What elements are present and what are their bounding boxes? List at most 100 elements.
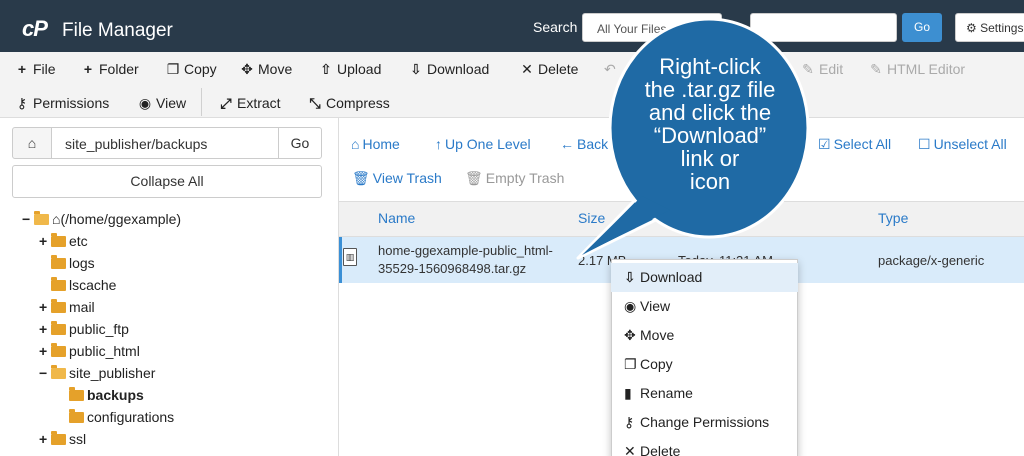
home-icon[interactable]: ⌂	[12, 127, 52, 159]
file-name-line2[interactable]: 35529-1560968498.tar.gz	[378, 261, 526, 276]
permissions-button[interactable]: ⚷ Permissions	[14, 95, 109, 112]
context-menu-view[interactable]: ◉ View	[611, 292, 798, 321]
expand-icon: ⤢	[220, 95, 232, 111]
delete-button[interactable]: ✕ Delete	[519, 61, 578, 78]
search-scope-select[interactable]: All Your Files	[582, 13, 722, 42]
tree-item-backups[interactable]: backups	[69, 385, 144, 405]
empty-trash-link[interactable]: 🗑 Empty Trash	[465, 170, 564, 187]
tree-item-public-ftp[interactable]: + public_ftp	[39, 319, 129, 339]
context-menu-delete[interactable]: ✕ Delete	[611, 437, 798, 456]
select-all-link[interactable]: ☑ Select All	[818, 136, 891, 153]
tree-item-lscache[interactable]: lscache	[51, 275, 116, 295]
html-editor-button[interactable]: ✎ HTML Editor	[868, 61, 965, 78]
level-up-icon: ↑	[435, 136, 442, 152]
upload-button[interactable]: ⇧ Upload	[318, 61, 381, 78]
new-file-button[interactable]: + File	[14, 61, 56, 77]
pencil-icon: ✎	[802, 61, 814, 77]
key-icon: ⚷	[16, 95, 28, 111]
unselect-all-link[interactable]: ☐ Unselect All	[918, 136, 1007, 153]
checkbox-empty-icon: ☐	[918, 136, 931, 152]
expand-plus-icon[interactable]: +	[39, 231, 51, 251]
folder-icon	[51, 277, 66, 291]
arrow-left-icon: ←	[560, 136, 574, 152]
copy-icon: ❐	[624, 356, 637, 372]
toolbar-divider	[201, 88, 202, 116]
settings-label: Settings	[980, 21, 1024, 35]
context-menu-download[interactable]: ⇩ Download	[611, 263, 798, 292]
view-button[interactable]: ◉ View	[137, 95, 186, 112]
tree-item-public-html[interactable]: + public_html	[39, 341, 140, 361]
expand-plus-icon[interactable]: +	[39, 341, 51, 361]
new-folder-button[interactable]: + Folder	[80, 61, 139, 77]
context-menu-copy[interactable]: ❐ Copy	[611, 350, 798, 379]
column-type[interactable]: Type	[878, 210, 908, 226]
panel-divider	[338, 118, 339, 456]
tree-item-logs[interactable]: logs	[51, 253, 95, 273]
column-name[interactable]: Name	[378, 210, 415, 226]
compress-icon: ⤡	[309, 95, 321, 111]
folder-icon	[51, 255, 66, 269]
tree-item-mail[interactable]: + mail	[39, 297, 95, 317]
copy-icon: ❐	[166, 61, 180, 77]
eye-icon: ◉	[138, 95, 152, 111]
folder-open-icon	[34, 211, 49, 225]
tree-item-site-publisher[interactable]: − site_publisher	[39, 363, 155, 383]
search-input[interactable]	[750, 13, 897, 42]
path-go-button[interactable]: Go	[278, 127, 322, 159]
cpanel-logo[interactable]: cP	[22, 16, 48, 42]
move-icon: ✥	[241, 61, 253, 77]
context-menu-move[interactable]: ✥ Move	[611, 321, 798, 350]
expand-plus-icon[interactable]: +	[39, 429, 51, 449]
tree-item-ssl[interactable]: + ssl	[39, 429, 86, 449]
compress-button[interactable]: ⤡ Compress	[307, 95, 389, 112]
home-link[interactable]: ⌂ Home	[351, 136, 400, 152]
upload-icon: ⇧	[320, 61, 332, 77]
file-icon: ▮	[624, 385, 632, 401]
eye-icon: ◉	[624, 298, 637, 314]
copy-button[interactable]: ❐ Copy	[165, 61, 217, 78]
plus-icon: +	[17, 61, 27, 77]
context-menu-rename[interactable]: ▮ Rename	[611, 379, 798, 408]
up-one-level-link[interactable]: ↑ Up One Level	[435, 136, 531, 152]
tree-item-configurations[interactable]: configurations	[69, 407, 174, 427]
download-icon: ⇩	[410, 61, 422, 77]
extract-button[interactable]: ⤢ Extract	[218, 95, 280, 112]
collapse-all-button[interactable]: Collapse All	[12, 165, 322, 198]
download-icon: ⇩	[624, 269, 636, 285]
trash-icon: 🗑	[465, 170, 483, 186]
expand-plus-icon[interactable]: +	[39, 297, 51, 317]
settings-button[interactable]: ⚙ Settings	[955, 13, 1024, 42]
view-trash-link[interactable]: 🗑 View Trash	[352, 170, 442, 187]
folder-icon	[51, 343, 66, 357]
gear-icon: ⚙	[966, 21, 977, 35]
file-name-line1[interactable]: home-ggexample-public_html-	[378, 243, 553, 258]
restore-icon[interactable]: ↶	[604, 61, 616, 78]
plus-icon: +	[83, 61, 93, 77]
folder-icon	[69, 409, 84, 423]
file-type: package/x-generic	[878, 253, 985, 268]
tree-item-etc[interactable]: + etc	[39, 231, 88, 251]
home-icon: ⌂	[351, 136, 360, 152]
column-last-modified[interactable]: Last Modified	[678, 210, 761, 226]
key-icon: ⚷	[624, 414, 635, 430]
close-icon: ✕	[624, 443, 636, 456]
path-input[interactable]: site_publisher/backups	[52, 127, 279, 159]
trash-icon: 🗑	[352, 170, 370, 186]
close-icon: ✕	[521, 61, 533, 77]
app-title: File Manager	[62, 20, 173, 41]
tree-item-root[interactable]: − ⌂(/home/ggexample)	[22, 209, 181, 229]
callout-text: Right-click the .tar.gz file and click t…	[644, 54, 776, 194]
folder-icon	[51, 233, 66, 247]
folder-icon	[51, 299, 66, 313]
back-link[interactable]: ← Back	[560, 136, 608, 152]
search-go-button[interactable]: Go	[902, 13, 942, 42]
context-menu-change-permissions[interactable]: ⚷ Change Permissions	[611, 408, 798, 437]
checkbox-checked-icon: ☑	[818, 136, 831, 152]
expand-plus-icon[interactable]: +	[39, 319, 51, 339]
download-button[interactable]: ⇩ Download	[408, 61, 489, 78]
move-button[interactable]: ✥ Move	[239, 61, 292, 78]
edit-button[interactable]: ✎ Edit	[800, 61, 843, 78]
collapse-icon[interactable]: −	[22, 209, 34, 229]
collapse-icon[interactable]: −	[39, 363, 51, 383]
column-size[interactable]: Size	[578, 210, 605, 226]
